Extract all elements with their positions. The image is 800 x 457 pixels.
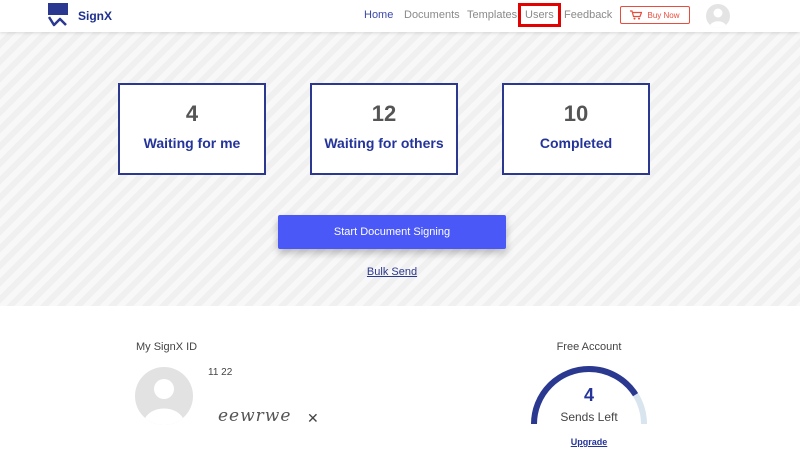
stat-label: Completed bbox=[539, 135, 613, 151]
page: SignX Home Documents Templates Users Fee… bbox=[0, 0, 800, 457]
account-type-label: Free Account bbox=[556, 341, 622, 353]
bulk-send-link: Bulk Send bbox=[0, 266, 784, 278]
logo-icon[interactable] bbox=[48, 3, 76, 27]
signx-id-values: 11 22 bbox=[208, 367, 233, 378]
sends-left-count: 4 bbox=[583, 385, 594, 405]
buy-now-button[interactable]: Buy Now bbox=[620, 6, 690, 24]
stat-card-completed[interactable]: 10 Completed bbox=[502, 83, 650, 175]
stat-card-waiting-for-me[interactable]: 4 Waiting for me bbox=[118, 83, 266, 175]
start-document-signing-button[interactable]: Start Document Signing bbox=[278, 215, 506, 249]
sends-left-label: Sends Left bbox=[560, 410, 618, 424]
stat-value: 12 bbox=[371, 101, 397, 126]
my-signx-id-label: My SignX ID bbox=[136, 341, 198, 353]
upgrade-link[interactable]: Upgrade bbox=[540, 437, 638, 447]
profile-avatar-icon[interactable] bbox=[135, 367, 193, 425]
stat-value: 10 bbox=[563, 101, 589, 126]
cart-icon bbox=[630, 10, 643, 20]
nav-documents[interactable]: Documents bbox=[404, 9, 460, 21]
signature-preview: eewrwe bbox=[218, 406, 292, 426]
stat-card-waiting-for-others[interactable]: 12 Waiting for others bbox=[310, 83, 458, 175]
nav-feedback[interactable]: Feedback bbox=[564, 9, 612, 21]
top-navbar: SignX Home Documents Templates Users Fee… bbox=[0, 0, 800, 32]
bulk-send-label[interactable]: Bulk Send bbox=[367, 266, 417, 278]
nav-templates[interactable]: Templates bbox=[467, 9, 517, 21]
stat-label: Waiting for me bbox=[143, 135, 241, 151]
user-avatar-icon[interactable] bbox=[706, 4, 730, 28]
stat-value: 4 bbox=[185, 101, 199, 126]
nav-home[interactable]: Home bbox=[364, 9, 393, 21]
dashboard-hero: 4 Waiting for me 12 Waiting for others 1… bbox=[0, 32, 800, 306]
stat-label: Waiting for others bbox=[324, 135, 444, 151]
brand-name[interactable]: SignX bbox=[78, 9, 112, 23]
remove-signature-icon[interactable]: ✕ bbox=[307, 410, 319, 427]
buy-now-label: Buy Now bbox=[647, 10, 680, 20]
users-highlight-box bbox=[518, 3, 561, 27]
